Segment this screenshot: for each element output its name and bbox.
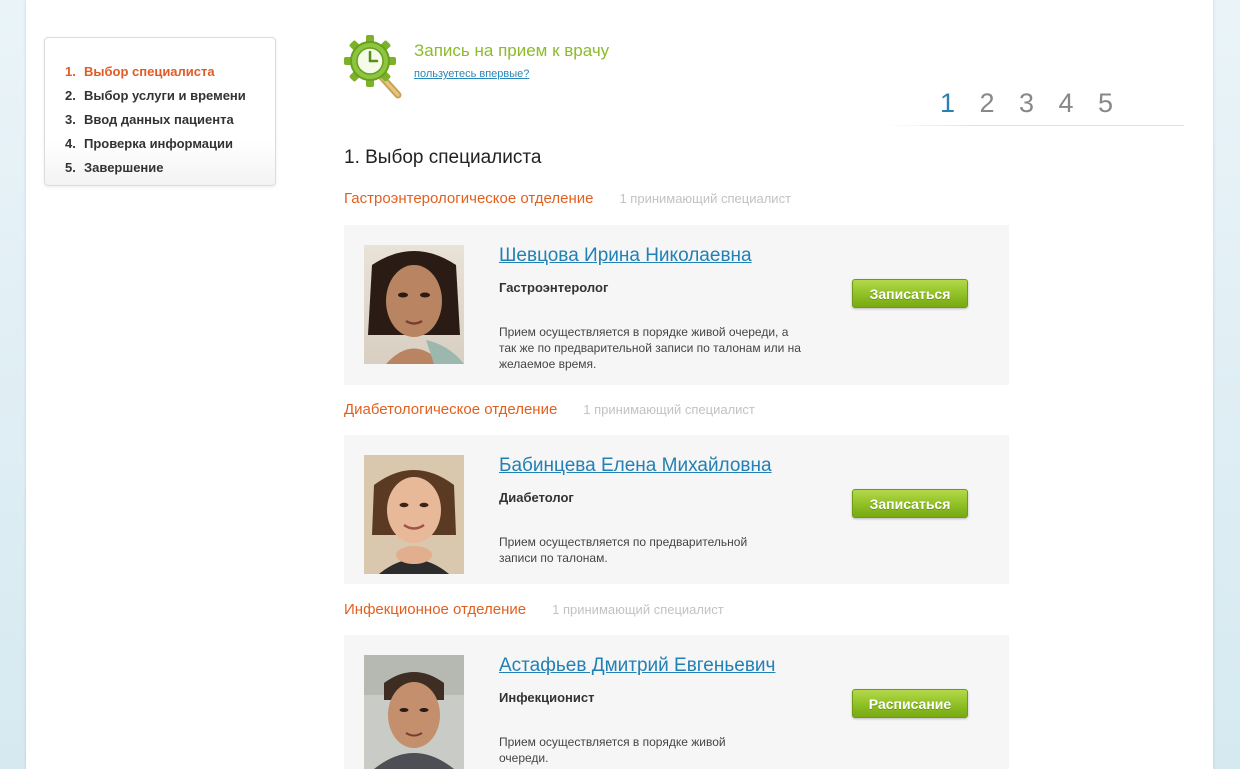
page-title: Запись на прием к врачу xyxy=(414,41,610,60)
book-button[interactable]: Записаться xyxy=(852,489,968,518)
doctor-specialty: Инфекционист xyxy=(499,690,595,705)
pager-page-3[interactable]: 3 xyxy=(1019,88,1059,119)
doctor-photo[interactable] xyxy=(364,455,464,574)
step-label: Проверка информации xyxy=(84,136,233,151)
pager-page-1[interactable]: 1 xyxy=(940,88,980,119)
doctor-name-link[interactable]: Бабинцева Елена Михайловна xyxy=(499,455,772,477)
step-item-5[interactable]: 5. Завершение xyxy=(65,156,246,180)
book-button[interactable]: Записаться xyxy=(852,279,968,308)
doctor-name-link[interactable]: Шевцова Ирина Николаевна xyxy=(499,245,752,267)
schedule-button[interactable]: Расписание xyxy=(852,689,968,718)
doctor-specialty: Гастроэнтеролог xyxy=(499,280,609,295)
step-label: Выбор специалиста xyxy=(84,64,215,79)
department-name: Гастроэнтерологическое отделение xyxy=(344,190,594,207)
pager-page-2[interactable]: 2 xyxy=(980,88,1020,119)
doctor-card: Шевцова Ирина Николаевна Гастроэнтеролог… xyxy=(344,225,1009,385)
doctor-card: Астафьев Дмитрий Евгеньевич Инфекционист… xyxy=(344,635,1009,769)
specialist-count: 1 принимающий специалист xyxy=(619,191,792,206)
steps-panel: 1. Выбор специалиста 2. Выбор услуги и вре… xyxy=(44,37,276,186)
pager-divider xyxy=(884,125,1184,126)
specialist-count: 1 принимающий специалист xyxy=(583,402,755,417)
step-label: Выбор услуги и времени xyxy=(84,88,246,103)
department-header: Гастроэнтерологическое отделение 1 приним… xyxy=(344,190,791,207)
section-title: 1. Выбор специалиста xyxy=(344,147,542,168)
doctor-note: Прием осуществляется по предварительной … xyxy=(499,535,748,565)
doctor-name-link[interactable]: Астафьев Дмитрий Евгеньевич xyxy=(499,655,775,677)
step-pager: 12345 xyxy=(940,88,1138,122)
step-item-4[interactable]: 4. Проверка информации xyxy=(65,132,246,156)
step-item-2[interactable]: 2. Выбор услуги и времени xyxy=(65,84,246,108)
step-item-1[interactable]: 1. Выбор специалиста xyxy=(65,60,246,84)
department-header: Диабетологическое отделение 1 принимающий… xyxy=(344,401,755,418)
pager-page-5[interactable]: 5 xyxy=(1098,88,1138,119)
pager-page-4[interactable]: 4 xyxy=(1059,88,1099,119)
clock-magnifier-icon xyxy=(344,35,404,101)
first-time-link[interactable]: пользуетесь впервые? xyxy=(414,68,529,80)
specialist-count: 1 принимающий специалист xyxy=(552,602,724,617)
doctor-photo[interactable] xyxy=(364,655,464,769)
doctor-card: Бабинцева Елена Михайловна Диабетолог Пр… xyxy=(344,435,1009,584)
department-name: Диабетологическое отделение xyxy=(344,401,558,418)
step-label: Ввод данных пациента xyxy=(84,112,234,127)
step-label: Завершение xyxy=(84,160,164,175)
steps-list: 1. Выбор специалиста 2. Выбор услуги и вре… xyxy=(65,60,246,180)
department-name: Инфекционное отделение xyxy=(344,601,527,618)
doctor-note: Прием осуществляется в порядке живой оче… xyxy=(499,325,801,371)
step-item-3[interactable]: 3. Ввод данных пациента xyxy=(65,108,246,132)
page-container: 1. Выбор специалиста 2. Выбор услуги и вре… xyxy=(26,0,1213,769)
doctor-specialty: Диабетолог xyxy=(499,490,574,505)
doctor-photo[interactable] xyxy=(364,245,464,364)
doctor-note: Прием осуществляется в порядке живой оче… xyxy=(499,735,726,765)
department-header: Инфекционное отделение 1 принимающий спец… xyxy=(344,601,724,618)
